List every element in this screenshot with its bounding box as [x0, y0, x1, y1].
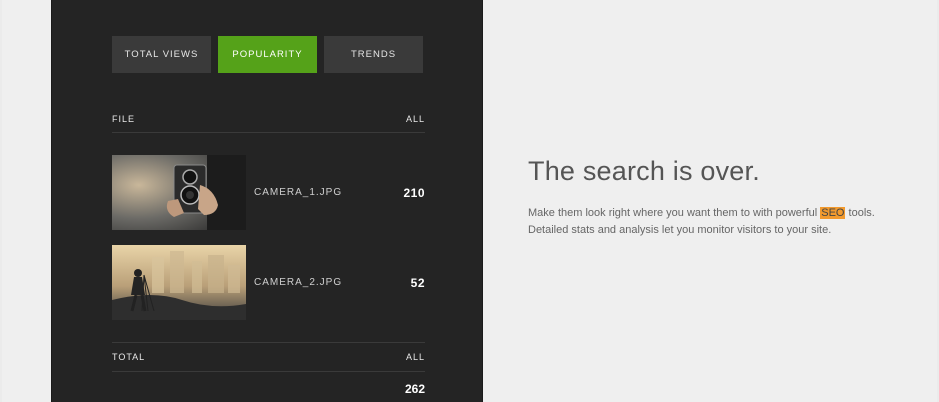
column-header-all: ALL	[405, 114, 425, 124]
seo-highlight: SEO	[820, 207, 846, 219]
hero-body: Make them look right where you want them…	[528, 205, 878, 239]
camera-1-thumbnail	[112, 155, 246, 230]
total-label: TOTAL	[112, 352, 146, 362]
total-value: 262	[404, 382, 425, 396]
file-name: CAMERA_1.JPG	[254, 187, 343, 198]
footer-divider-bottom	[112, 371, 425, 372]
table-row[interactable]: CAMERA_1.JPG 210	[112, 155, 425, 230]
tab-total-views[interactable]: TOTAL VIEWS	[112, 36, 211, 73]
hero-copy: The search is over. Make them look right…	[528, 156, 878, 239]
total-all-label: ALL	[405, 352, 425, 362]
tab-trends[interactable]: TRENDS	[324, 36, 423, 73]
hero-headline: The search is over.	[528, 156, 760, 186]
camera-2-thumbnail	[112, 245, 246, 320]
tab-popularity[interactable]: POPULARITY	[218, 36, 317, 73]
table-row[interactable]: CAMERA_2.JPG 52	[112, 245, 425, 320]
column-header-file: FILE	[112, 114, 136, 124]
header-divider	[112, 132, 425, 133]
tab-bar: TOTAL VIEWS POPULARITY TRENDS	[112, 36, 423, 73]
file-name: CAMERA_2.JPG	[254, 277, 343, 288]
file-count: 210	[403, 185, 425, 200]
hero-body-start: Make them look right where you want them…	[528, 207, 821, 219]
table-footer: TOTAL ALL	[112, 352, 425, 362]
stats-panel: TOTAL VIEWS POPULARITY TRENDS FILE ALL C…	[51, 0, 483, 402]
table-header: FILE ALL	[112, 114, 425, 124]
footer-divider-top	[112, 342, 425, 343]
file-count: 52	[410, 275, 425, 290]
